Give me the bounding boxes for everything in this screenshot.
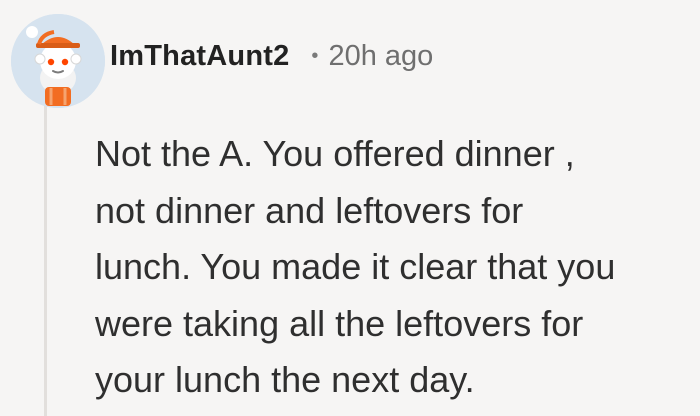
comment-header: ImThatAunt2 • 20h ago	[110, 34, 433, 78]
comment-line: were taking all the leftovers for	[95, 302, 584, 344]
avatar[interactable]	[11, 14, 105, 108]
comment-body: Not the A. You offered dinner , not dinn…	[95, 126, 685, 409]
comment-line: lunch. You made it clear that you	[95, 246, 616, 287]
snoo-avatar-icon	[11, 14, 105, 108]
timestamp[interactable]: 20h ago	[328, 40, 433, 73]
comment-line: not dinner and leftovers for	[95, 189, 524, 231]
username[interactable]: ImThatAunt2	[110, 40, 289, 73]
thread-line[interactable]	[44, 106, 47, 416]
comment-line: Not the A. You offered dinner ,	[95, 133, 575, 174]
separator-dot: •	[311, 44, 319, 67]
comment-line: your lunch the next day.	[95, 359, 475, 400]
comment-card: ImThatAunt2 • 20h ago Not the A. You off…	[0, 0, 700, 416]
